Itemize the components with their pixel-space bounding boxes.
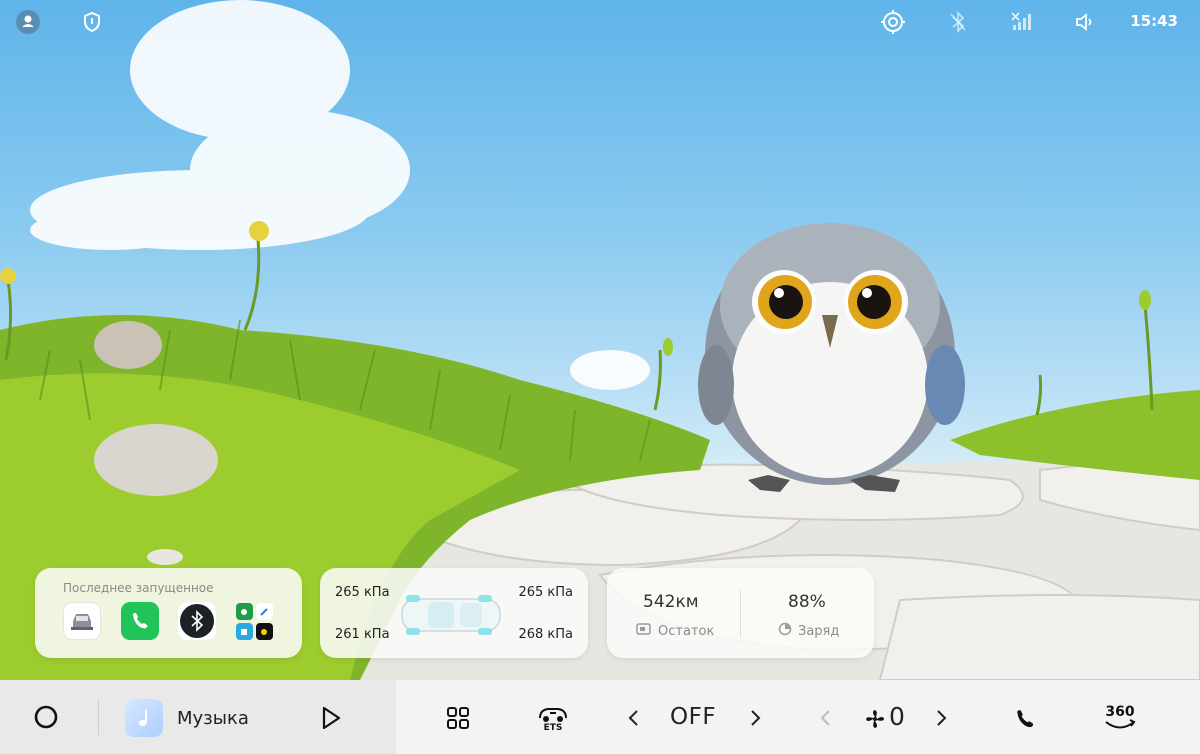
volume-icon[interactable] [1072,9,1098,35]
music-label[interactable]: Музыка [177,708,249,729]
shield-icon[interactable] [79,9,105,35]
music-app-icon[interactable] [125,699,163,737]
tire-front-right: 265 кПа [518,585,573,600]
mini-app-icon [235,623,253,640]
tire-rear-left: 261 кПа [335,627,390,642]
app-menu-icon[interactable] [444,704,472,732]
phone-icon[interactable] [1012,706,1038,732]
charge-label: Заряд [778,622,839,640]
energy-divider [740,590,741,638]
recent-apps-card: Последнее запущенное [35,568,302,658]
app-grid-icon[interactable] [235,602,273,640]
fan-icon [864,708,886,730]
mini-app-icon [235,603,253,620]
range-value: 542км [643,592,699,612]
energy-card[interactable]: 542км Остаток 88% Заряд [607,568,874,658]
ets-label: ETS [543,722,563,733]
user-icon[interactable] [15,9,41,35]
charge-pie-icon [778,622,792,640]
ac-status: OFF [670,704,717,730]
bluetooth-off-icon[interactable] [945,9,971,35]
ets-button[interactable]: ETS [535,700,571,736]
tire-pressure-card[interactable]: 265 кПа 265 кПа 261 кПа 268 кПа [320,568,588,658]
dock-divider [98,699,99,735]
fan-increase-chevron-icon[interactable] [931,706,953,730]
car-app-icon[interactable] [63,602,101,640]
fan-decrease-chevron-icon[interactable] [814,706,836,730]
tire-rear-right: 268 кПа [518,627,573,642]
tire-front-left: 265 кПа [335,585,390,600]
signal-off-icon [1008,9,1034,35]
bluetooth-app-icon[interactable] [178,602,216,640]
mini-app-icon [255,623,273,640]
fan-speed-value: 0 [889,702,905,731]
home-button[interactable] [31,702,61,732]
mini-app-icon [255,603,273,620]
charge-label-text: Заряд [798,623,840,639]
target-icon[interactable] [880,9,906,35]
ac-decrease-chevron-icon[interactable] [622,706,644,730]
camera-360-button[interactable]: 360 [1100,700,1140,736]
car-top-view-icon [398,594,504,640]
range-label: Остаток [636,622,714,640]
recent-apps-title: Последнее запущенное [63,581,214,595]
ac-increase-chevron-icon[interactable] [745,706,767,730]
camera-360-label: 360 [1105,704,1135,720]
range-label-text: Остаток [658,623,715,639]
phone-app-icon[interactable] [121,602,159,640]
bottom-dock: Музыка ETS OFF 0 360 [0,680,1200,754]
charge-value: 88% [788,592,826,612]
battery-range-icon [636,622,652,640]
clock: 15:43 [1130,12,1178,30]
play-button[interactable] [317,704,345,732]
status-bar: 15:43 [0,0,1200,44]
